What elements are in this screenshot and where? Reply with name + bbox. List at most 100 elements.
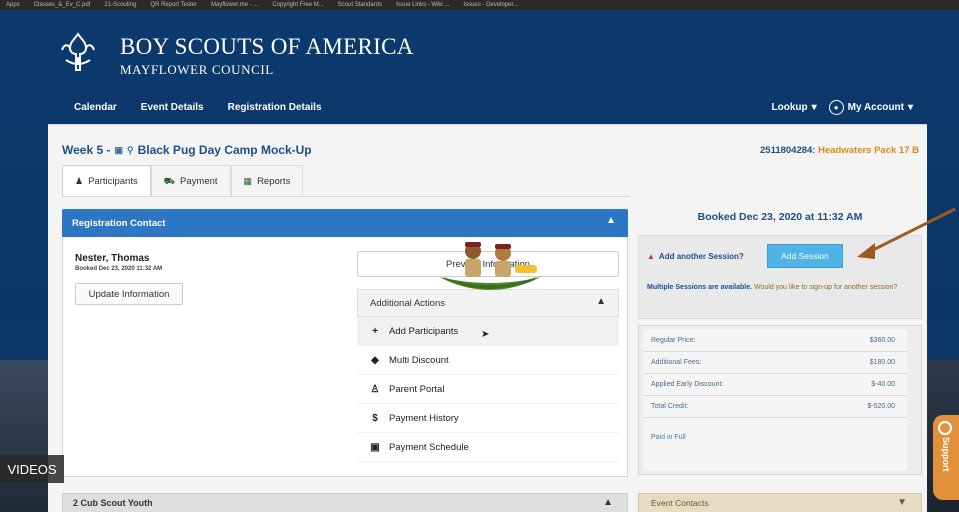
multiple-sessions-text[interactable]: Would you like to sign-up for another se… — [754, 284, 897, 291]
reports-icon: ▦ — [243, 176, 253, 186]
nav-right: Lookup ▾ ● My Account ▾ — [772, 92, 913, 122]
price-amount: $360.00 — [869, 337, 895, 344]
multiple-sessions-note: Multiple Sessions are available. Would y… — [647, 282, 915, 293]
price-row: Regular Price: $360.00 — [643, 330, 907, 352]
help-icon — [938, 421, 952, 435]
tab-reports[interactable]: ▦ Reports — [230, 165, 304, 197]
my-account-label: My Account — [847, 101, 904, 113]
bookmark[interactable]: Mayflower.me - ... — [211, 2, 258, 8]
event-title: Week 5 - ▣ ⚲ Black Pug Day Camp Mock-Up — [62, 143, 312, 157]
bookmark[interactable]: Scout Standards — [338, 2, 382, 8]
nav-calendar[interactable]: Calendar — [74, 102, 117, 113]
org-name[interactable]: BOY SCOUTS OF AMERICA MAYFLOWER COUNCIL — [120, 34, 414, 78]
lookup-dropdown[interactable]: Lookup ▾ — [772, 102, 817, 113]
add-session-prompt: ▲ Add another Session? — [647, 252, 744, 261]
lookup-label: Lookup — [771, 101, 808, 113]
bookmark[interactable]: Classes_&_Ev_C.pdf — [34, 2, 91, 8]
pricing-summary: Regular Price: $360.00 Additional Fees: … — [638, 325, 922, 475]
booking-reference: 2511804284: Headwaters Pack 17 B — [760, 145, 919, 156]
price-label: Additional Fees: — [651, 359, 702, 366]
cub-scout-youth-header[interactable]: 2 Cub Scout Youth ▲ — [62, 493, 628, 512]
action-label: Multi Discount — [389, 354, 449, 366]
canoe-scouts-graphic — [439, 242, 541, 290]
bookmark[interactable]: 21-Scouting — [104, 2, 136, 8]
action-payment-schedule[interactable]: ▣ Payment Schedule — [357, 433, 619, 462]
event-contacts-header[interactable]: Event Contacts ▼ — [638, 493, 922, 512]
contact-booked-date: Booked Dec 23, 2020 11:32 AM — [75, 266, 163, 272]
action-parent-portal[interactable]: ♙ Parent Portal — [357, 375, 619, 404]
dollar-icon: $ — [372, 412, 378, 424]
price-label: Regular Price: — [651, 337, 696, 344]
plus-icon: + — [372, 325, 378, 337]
background-scenery-left — [0, 360, 48, 512]
mouse-cursor-icon: ➤ — [481, 329, 490, 340]
caret-down-icon: ▾ — [811, 101, 817, 113]
tab-label: Reports — [257, 176, 291, 187]
main-content: Week 5 - ▣ ⚲ Black Pug Day Camp Mock-Up … — [48, 124, 927, 512]
bookmarks-bar: Apps Classes_&_Ev_C.pdf 21-Scouting QR R… — [0, 0, 959, 10]
update-information-button[interactable]: Update Information — [75, 283, 183, 305]
videos-overlay-label[interactable]: VIDEOS — [0, 455, 64, 483]
price-amount: $-40.00 — [871, 381, 895, 388]
org-name-line1: BOY SCOUTS OF AMERICA — [120, 34, 414, 59]
bookmark[interactable]: Copyright Free M... — [272, 2, 323, 8]
chevron-down-icon[interactable]: ▼ — [897, 497, 907, 508]
bookmark[interactable]: Issues - Developer... — [463, 2, 518, 8]
bookmark[interactable]: QR Report Tester — [150, 2, 197, 8]
payment-status: Paid in Full — [651, 434, 686, 441]
tab-payment[interactable]: ⛟ Payment — [150, 165, 231, 197]
caret-down-icon: ▾ — [907, 101, 913, 113]
bsa-logo-icon[interactable] — [54, 30, 102, 78]
additional-actions-title: Additional Actions — [370, 297, 445, 309]
price-amount: $180.00 — [869, 359, 895, 366]
registration-contact-header[interactable]: Registration Contact ▲ — [62, 209, 628, 237]
tab-label: Payment — [180, 176, 218, 187]
my-account-dropdown[interactable]: ● My Account ▾ — [828, 99, 913, 115]
add-session-label: Add another Session? — [658, 252, 744, 261]
booking-id: 2511804284: — [760, 145, 816, 156]
chevron-up-icon[interactable]: ▲ — [603, 497, 613, 508]
multiple-sessions-bold: Multiple Sessions are available. — [647, 284, 753, 291]
tag-icon: ◆ — [371, 354, 379, 366]
add-session-button[interactable]: Add Session — [767, 244, 843, 268]
action-payment-history[interactable]: $ Payment History — [357, 404, 619, 433]
action-label: Payment Schedule — [389, 441, 469, 453]
tab-label: Participants — [88, 176, 138, 187]
contact-name: Nester, Thomas — [75, 253, 150, 264]
bookmark[interactable]: Issue Links - Wiki ... — [396, 2, 449, 8]
action-label: Parent Portal — [389, 383, 445, 395]
screen: Apps Classes_&_Ev_C.pdf 21-Scouting QR R… — [0, 0, 959, 512]
registration-contact-title: Registration Contact — [72, 217, 166, 229]
calendar-icon: ▣ — [370, 441, 380, 453]
annotation-arrow-icon — [857, 207, 956, 259]
chevron-up-icon[interactable]: ▲ — [606, 215, 616, 226]
tab-bar: ♟ Participants ⛟ Payment ▦ Reports — [62, 165, 304, 197]
calendar-icon[interactable]: ▣ — [114, 145, 123, 156]
bell-icon: ▲ — [647, 252, 655, 261]
price-row: Applied Early Discount: $-40.00 — [643, 374, 907, 396]
youth-count-label: 2 Cub Scout Youth — [73, 498, 153, 508]
event-name: Black Pug Day Camp Mock-Up — [137, 143, 312, 157]
user-icon: ● — [828, 99, 844, 115]
action-multi-discount[interactable]: ◆ Multi Discount — [357, 346, 619, 375]
pricing-table: Regular Price: $360.00 Additional Fees: … — [643, 330, 907, 470]
chevron-up-icon[interactable]: ▲ — [596, 296, 606, 307]
person-icon: ♙ — [370, 383, 380, 395]
support-tab[interactable]: Support — [933, 415, 959, 500]
booking-name: Headwaters Pack 17 B — [818, 145, 919, 156]
event-contacts-label: Event Contacts — [651, 498, 709, 508]
location-pin-icon[interactable]: ⚲ — [127, 145, 134, 156]
bookmark[interactable]: Apps — [6, 2, 20, 8]
org-name-line2: MAYFLOWER COUNCIL — [120, 62, 274, 77]
support-label: Support — [941, 437, 951, 472]
action-label: Add Participants — [389, 325, 459, 337]
cart-icon: ⛟ — [163, 175, 176, 186]
event-week: Week 5 - — [62, 143, 111, 157]
tab-participants[interactable]: ♟ Participants — [62, 165, 151, 197]
nav-registration-details[interactable]: Registration Details — [228, 102, 322, 113]
price-label: Applied Early Discount: — [651, 381, 724, 388]
nav-event-details[interactable]: Event Details — [141, 102, 204, 113]
price-row: Total Credit: $-520.00 — [643, 396, 907, 418]
main-nav: Calendar Event Details Registration Deta… — [48, 92, 927, 122]
action-label: Payment History — [389, 412, 459, 424]
